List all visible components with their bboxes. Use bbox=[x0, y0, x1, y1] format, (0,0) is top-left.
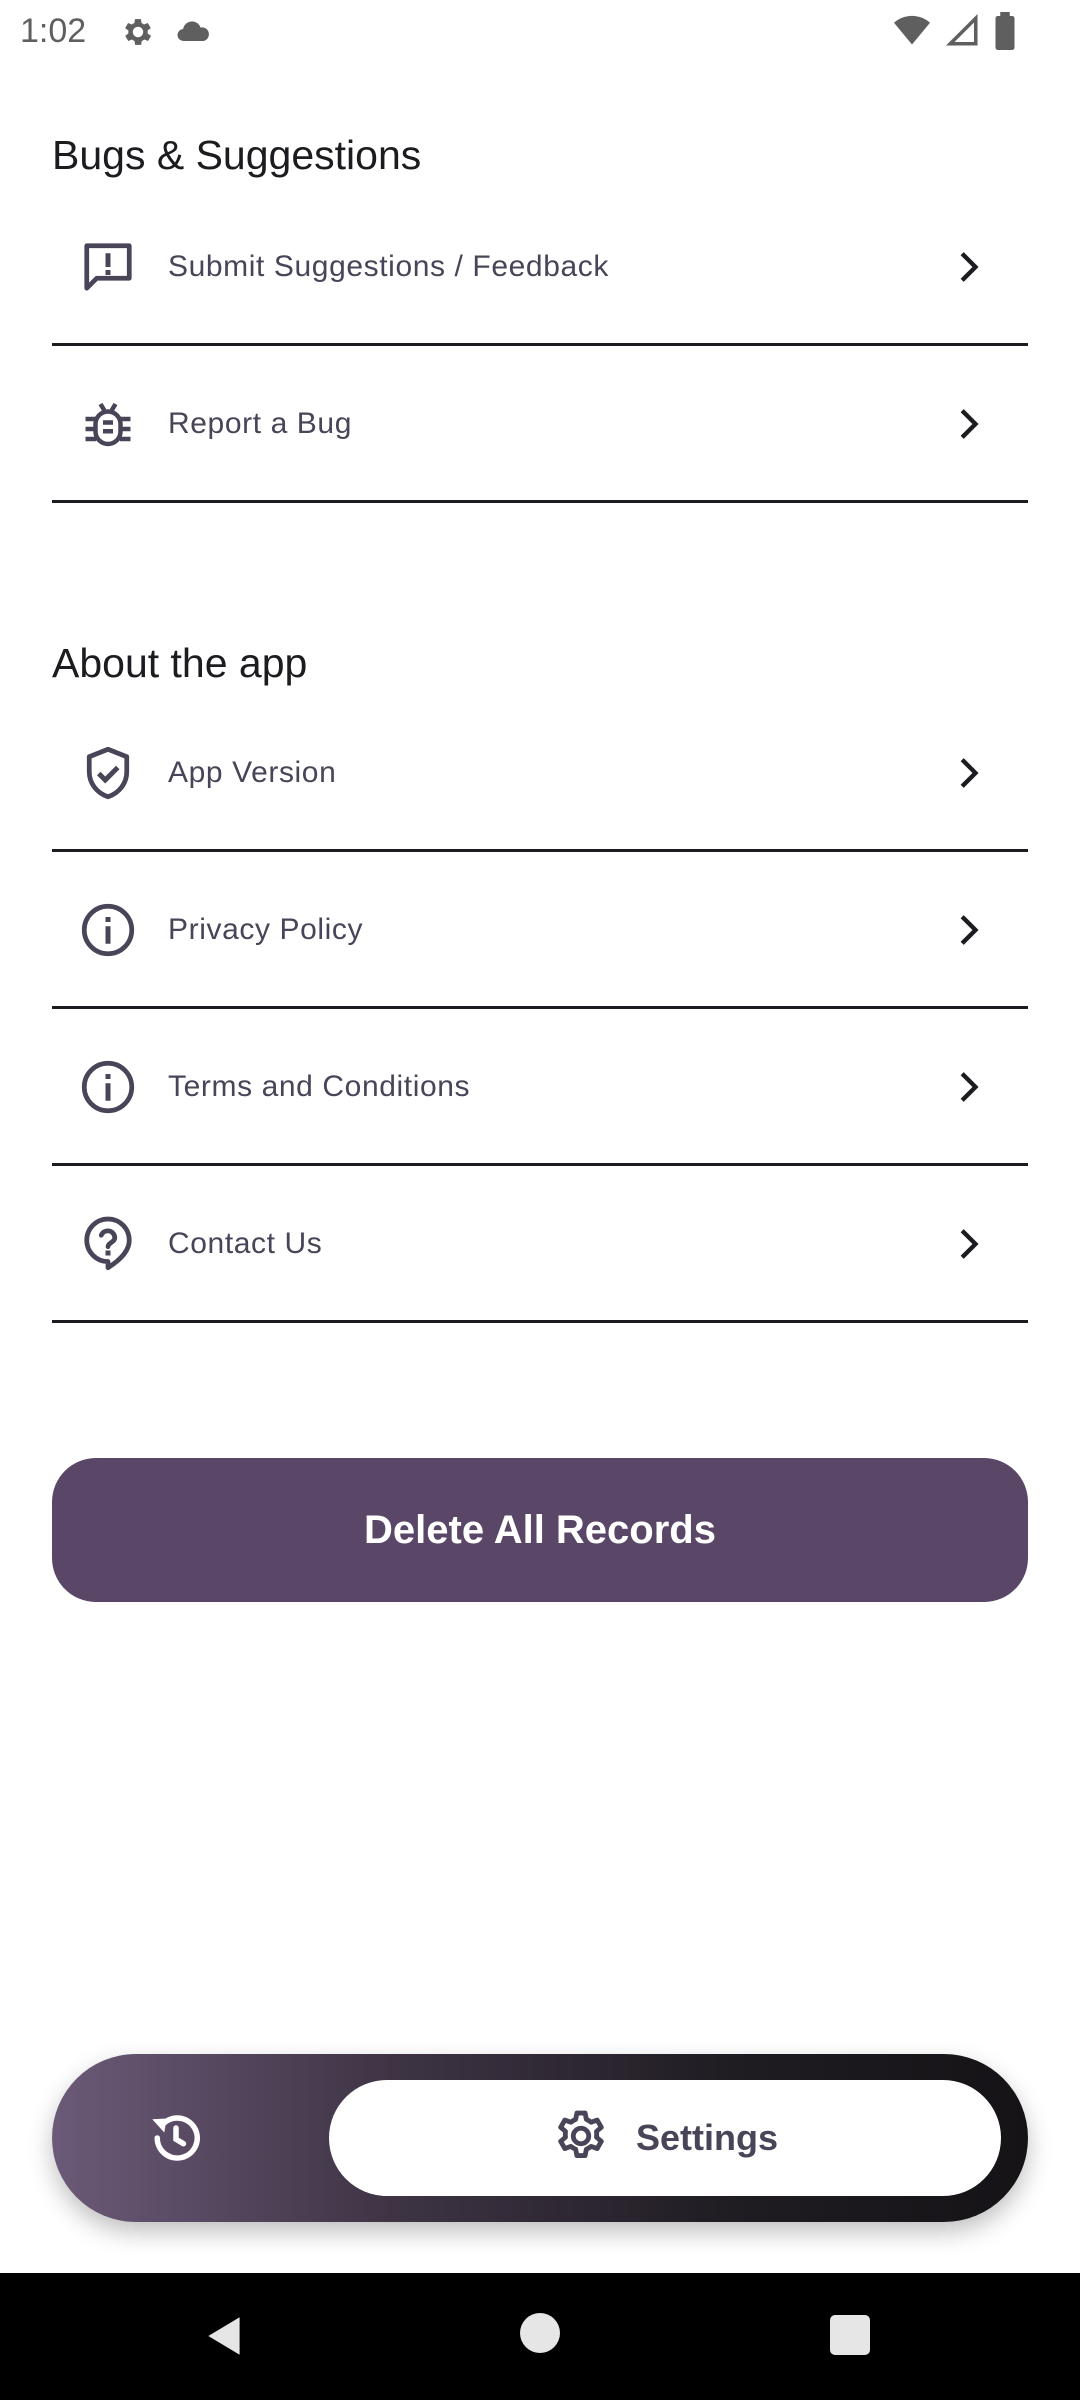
row-privacy-policy[interactable]: Privacy Policy bbox=[52, 853, 1028, 1009]
help-icon bbox=[78, 1214, 138, 1274]
feedback-icon bbox=[78, 237, 138, 297]
settings-screen: 1:02 Bugs & Suggestions Submit Suggestio… bbox=[0, 0, 1080, 2400]
row-terms-conditions[interactable]: Terms and Conditions bbox=[52, 1010, 1028, 1166]
cloud-icon bbox=[174, 14, 212, 55]
info-icon bbox=[78, 1057, 138, 1117]
wifi-icon bbox=[892, 13, 932, 54]
row-label: Report a Bug bbox=[168, 406, 352, 440]
status-bar: 1:02 bbox=[0, 0, 1080, 64]
nav-settings-label: Settings bbox=[635, 2117, 778, 2158]
recents-icon[interactable] bbox=[830, 2315, 870, 2355]
row-contact-us[interactable]: Contact Us bbox=[52, 1167, 1028, 1323]
nav-settings-tab[interactable]: Settings bbox=[329, 2080, 1001, 2196]
history-icon[interactable] bbox=[140, 2102, 212, 2174]
settings-icon bbox=[552, 2107, 610, 2170]
row-label: Privacy Policy bbox=[168, 912, 364, 946]
system-navigation-bar bbox=[0, 2273, 1080, 2400]
status-right-icons bbox=[892, 12, 1016, 55]
verified-shield-icon bbox=[78, 743, 138, 803]
row-label: Terms and Conditions bbox=[168, 1069, 471, 1103]
chevron-right-icon bbox=[948, 1067, 988, 1107]
section-title-bugs: Bugs & Suggestions bbox=[52, 132, 422, 178]
status-time: 1:02 bbox=[20, 12, 87, 50]
chevron-right-icon bbox=[948, 753, 988, 793]
chevron-right-icon bbox=[948, 1224, 988, 1264]
gear-icon bbox=[120, 14, 156, 55]
row-submit-feedback[interactable]: Submit Suggestions / Feedback bbox=[52, 190, 1028, 346]
delete-all-records-button[interactable]: Delete All Records bbox=[52, 1458, 1028, 1602]
signal-icon bbox=[945, 13, 980, 54]
bottom-navigation: Settings bbox=[52, 2054, 1028, 2222]
row-app-version[interactable]: App Version bbox=[52, 696, 1028, 852]
row-label: App Version bbox=[168, 755, 337, 789]
chevron-right-icon bbox=[948, 404, 988, 444]
row-label: Submit Suggestions / Feedback bbox=[168, 249, 609, 283]
status-left-icons bbox=[120, 14, 212, 55]
chevron-right-icon bbox=[948, 247, 988, 287]
chevron-right-icon bbox=[948, 910, 988, 950]
row-report-bug[interactable]: Report a Bug bbox=[52, 347, 1028, 503]
bug-icon bbox=[78, 394, 138, 454]
home-icon[interactable] bbox=[520, 2313, 560, 2353]
row-label: Contact Us bbox=[168, 1226, 323, 1260]
battery-icon bbox=[994, 12, 1016, 55]
info-icon bbox=[78, 900, 138, 960]
back-icon[interactable] bbox=[200, 2311, 250, 2361]
section-title-about: About the app bbox=[52, 640, 308, 686]
